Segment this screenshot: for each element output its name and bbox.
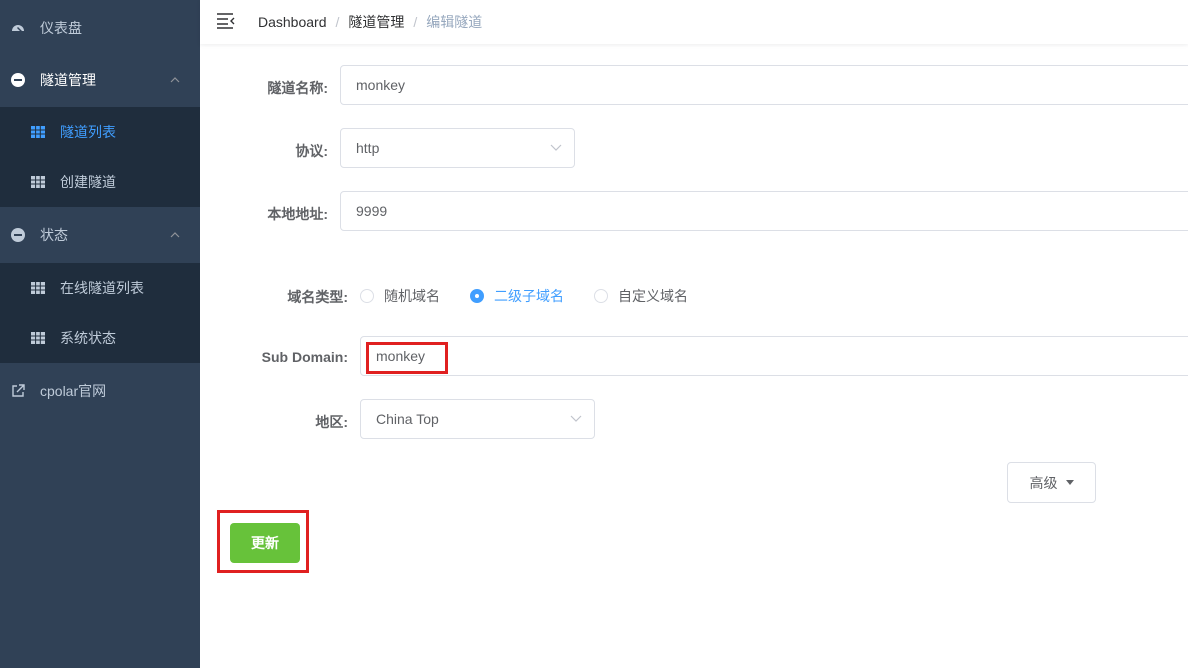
caret-down-icon [1065,480,1074,485]
top-header: Dashboard / 隧道管理 / 编辑隧道 [200,0,1188,44]
sidebar-item-tunnel-management[interactable]: 隧道管理 [0,52,200,108]
subdomain-input[interactable]: monkey [360,336,1188,376]
tunnel-icon [10,72,26,88]
protocol-label: 协议: [295,143,328,159]
breadcrumb: Dashboard / 隧道管理 / 编辑隧道 [258,12,482,32]
subdomain-label: Sub Domain: [261,349,348,365]
breadcrumb-edit-tunnel: 编辑隧道 [426,14,483,30]
radio-label: 随机域名 [384,288,440,304]
chevron-up-icon [170,77,180,83]
radio-label: 自定义域名 [618,288,688,304]
subdomain-highlight-box [366,342,448,374]
update-button[interactable]: 更新 [230,523,300,563]
radio-checked-icon [470,289,484,303]
breadcrumb-dashboard[interactable]: Dashboard [258,14,327,30]
breadcrumb-tunnel-management[interactable]: 隧道管理 [348,12,404,32]
dashboard-icon [10,20,26,36]
sidebar-item-label: cpolar官网 [40,383,107,399]
breadcrumb-separator: / [413,14,418,30]
chevron-up-icon [170,232,180,238]
radio-label: 二级子域名 [494,288,564,304]
table-icon [30,330,46,346]
breadcrumb-separator: / [335,14,340,30]
sidebar-item-status[interactable]: 状态 [0,207,200,263]
radio-circle-icon [360,289,374,303]
sidebar-item-label: 仪表盘 [40,20,82,36]
tunnel-name-input[interactable]: monkey [340,65,1188,105]
local-address-label: 本地地址: [267,206,328,222]
sidebar-item-online-tunnels[interactable]: 在线隧道列表 [0,263,200,313]
sidebar: 仪表盘 隧道管理 隧道列表 创建隧道 状态 在线隧道列表 系统状态 cpolar… [0,0,200,668]
domain-type-label: 域名类型: [287,289,348,305]
radio-subdomain[interactable]: 二级子域名 [470,286,564,306]
sidebar-item-label: 创建隧道 [60,174,116,190]
sidebar-item-label: 隧道管理 [40,72,96,88]
tunnel-name-value: monkey [356,77,406,93]
radio-random-domain[interactable]: 随机域名 [360,286,440,306]
local-address-value: 9999 [356,203,388,219]
sidebar-item-label: 状态 [40,227,68,243]
protocol-value: http [356,140,380,156]
update-button-label: 更新 [251,535,279,551]
radio-custom-domain[interactable]: 自定义域名 [594,286,688,306]
protocol-select[interactable]: http [340,128,575,168]
region-select[interactable]: China Top [360,399,595,439]
sidebar-item-label: 在线隧道列表 [60,280,144,296]
chevron-down-icon [570,415,582,422]
sidebar-item-create-tunnel[interactable]: 创建隧道 [0,157,200,207]
region-value: China Top [376,411,439,427]
tunnel-name-label: 隧道名称: [267,80,328,96]
sidebar-item-label: 隧道列表 [60,124,116,140]
chevron-down-icon [550,144,562,151]
table-icon [30,280,46,296]
sidebar-item-system-status[interactable]: 系统状态 [0,313,200,363]
table-icon [30,124,46,140]
sidebar-item-tunnel-list[interactable]: 隧道列表 [0,107,200,157]
sidebar-item-dashboard[interactable]: 仪表盘 [0,0,200,56]
hamburger-icon[interactable] [216,12,236,30]
local-address-input[interactable]: 9999 [340,191,1188,231]
status-icon [10,227,26,243]
sidebar-item-label: 系统状态 [60,330,116,346]
sidebar-item-cpolar-website[interactable]: cpolar官网 [0,363,200,419]
table-icon [30,174,46,190]
advanced-button-label: 高级 [1029,474,1058,491]
external-link-icon [10,383,26,399]
advanced-button[interactable]: 高级 [1007,462,1096,503]
region-label: 地区: [315,414,348,430]
radio-circle-icon [594,289,608,303]
